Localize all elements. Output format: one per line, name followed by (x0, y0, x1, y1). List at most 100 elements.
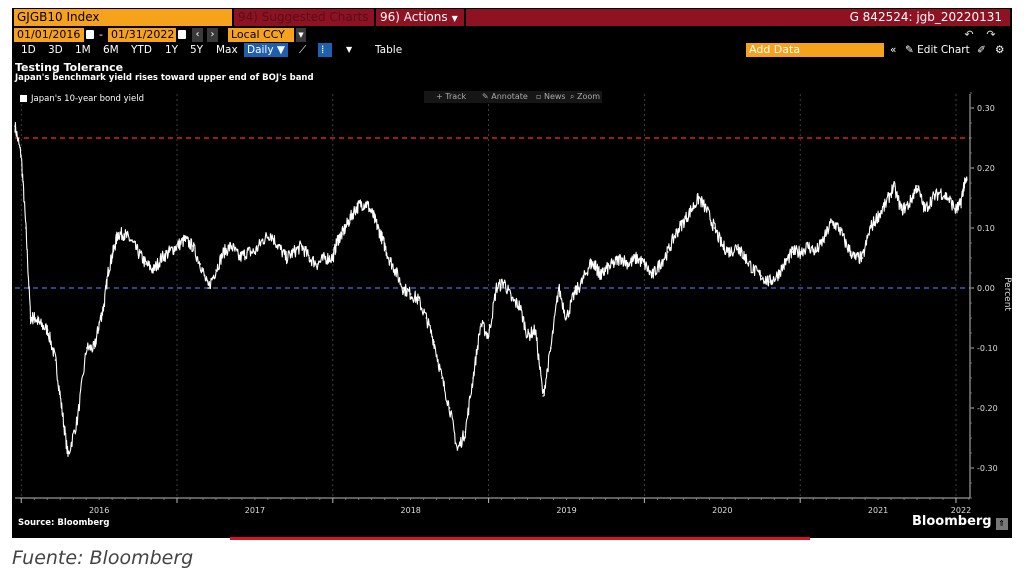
data-point (417, 299, 420, 301)
data-point (589, 263, 591, 265)
data-point (596, 269, 599, 271)
data-point (752, 269, 755, 271)
y-tick-label: 0.30 (977, 104, 995, 113)
data-point (869, 227, 872, 229)
data-point (123, 233, 125, 235)
y-tick-label: 0.10 (977, 224, 995, 233)
data-point (472, 377, 474, 379)
data-point (14, 125, 16, 127)
data-point (628, 263, 630, 265)
x-tick-label: 2017 (245, 506, 265, 515)
data-point (581, 281, 583, 283)
data-point (573, 293, 576, 295)
data-point (199, 263, 202, 265)
data-point (511, 299, 513, 301)
data-point (830, 221, 833, 223)
data-point (760, 275, 763, 277)
news-button[interactable]: ▫ News (536, 91, 566, 103)
data-point (456, 449, 459, 451)
data-point (503, 281, 505, 283)
x-tick-label: 2021 (868, 506, 888, 515)
chart-toolbar: + Track ✎ Annotate ▫ News ⌕ Zoom (424, 91, 602, 103)
data-point (599, 275, 602, 277)
data-point (98, 323, 100, 325)
data-point (620, 257, 622, 259)
data-point (565, 317, 568, 319)
data-point (721, 245, 724, 247)
data-point (768, 281, 770, 283)
data-point (129, 239, 132, 241)
data-point (20, 155, 23, 157)
data-point (246, 251, 248, 253)
data-point (838, 227, 840, 229)
data-point (76, 419, 79, 421)
data-point (388, 257, 390, 259)
data-point (433, 341, 435, 343)
data-point (54, 359, 57, 361)
data-point (372, 215, 375, 217)
data-point (740, 251, 742, 253)
data-point (117, 233, 119, 235)
x-tick-label: 2020 (712, 506, 732, 515)
data-point (39, 323, 41, 325)
data-point (85, 347, 88, 349)
data-point (366, 203, 368, 205)
data-point (885, 203, 887, 205)
track-button[interactable]: + Track (436, 91, 466, 103)
data-point (402, 287, 404, 289)
y-axis-label: Percent (1002, 277, 1012, 311)
data-point (674, 233, 677, 235)
data-point (861, 257, 864, 259)
annotate-button[interactable]: ✎ Annotate (482, 91, 528, 103)
data-point (152, 269, 155, 271)
bloomberg-logo: Bloomberg ⇑ (912, 514, 1008, 530)
data-point (643, 263, 646, 265)
data-point (103, 305, 105, 307)
data-point (353, 209, 356, 211)
data-point (394, 269, 396, 271)
data-point (207, 287, 209, 289)
legend[interactable]: Japan's 10-year bond yield (20, 94, 144, 104)
data-point (222, 251, 225, 253)
data-point (184, 239, 186, 241)
source-label: Source: Bloomberg (18, 518, 110, 528)
data-point (612, 263, 615, 265)
data-point (593, 263, 596, 265)
data-point (336, 239, 339, 241)
data-point (285, 257, 287, 259)
yield-chart: 0.30 0.20 0.10 0.00 -0.10 -0.20 -0.30 Percent 2… (14, 92, 1012, 515)
y-tick-label: 0.00 (977, 284, 995, 293)
data-point (425, 317, 428, 319)
data-point (261, 239, 264, 241)
track-label: Track (445, 92, 467, 101)
data-point (137, 251, 139, 253)
data-point (46, 329, 49, 331)
legend-label: Japan's 10-year bond yield (31, 94, 145, 104)
data-point (924, 209, 926, 211)
brand-label: Bloomberg (912, 514, 992, 529)
data-point (254, 251, 256, 253)
data-point (635, 257, 638, 259)
data-point (112, 251, 114, 253)
zoom-button[interactable]: ⌕ Zoom (570, 91, 600, 103)
data-point (962, 185, 965, 187)
data-point (269, 233, 272, 235)
data-point (713, 227, 716, 229)
data-point (729, 251, 731, 253)
data-point (744, 257, 747, 259)
data-point (300, 245, 303, 247)
data-point (381, 239, 384, 241)
data-point (526, 335, 529, 337)
image-caption: Fuente: Bloomberg (12, 547, 194, 569)
data-point (332, 257, 334, 259)
zoom-label: Zoom (577, 92, 601, 101)
data-point (93, 347, 96, 349)
news-label: News (543, 92, 566, 101)
bloomberg-icon[interactable]: ⇑ (995, 518, 1008, 530)
data-point (60, 407, 63, 409)
data-point (947, 197, 949, 199)
data-point (659, 263, 661, 265)
annotate-label: Annotate (491, 92, 528, 101)
data-point (682, 221, 685, 223)
data-point (495, 287, 498, 289)
